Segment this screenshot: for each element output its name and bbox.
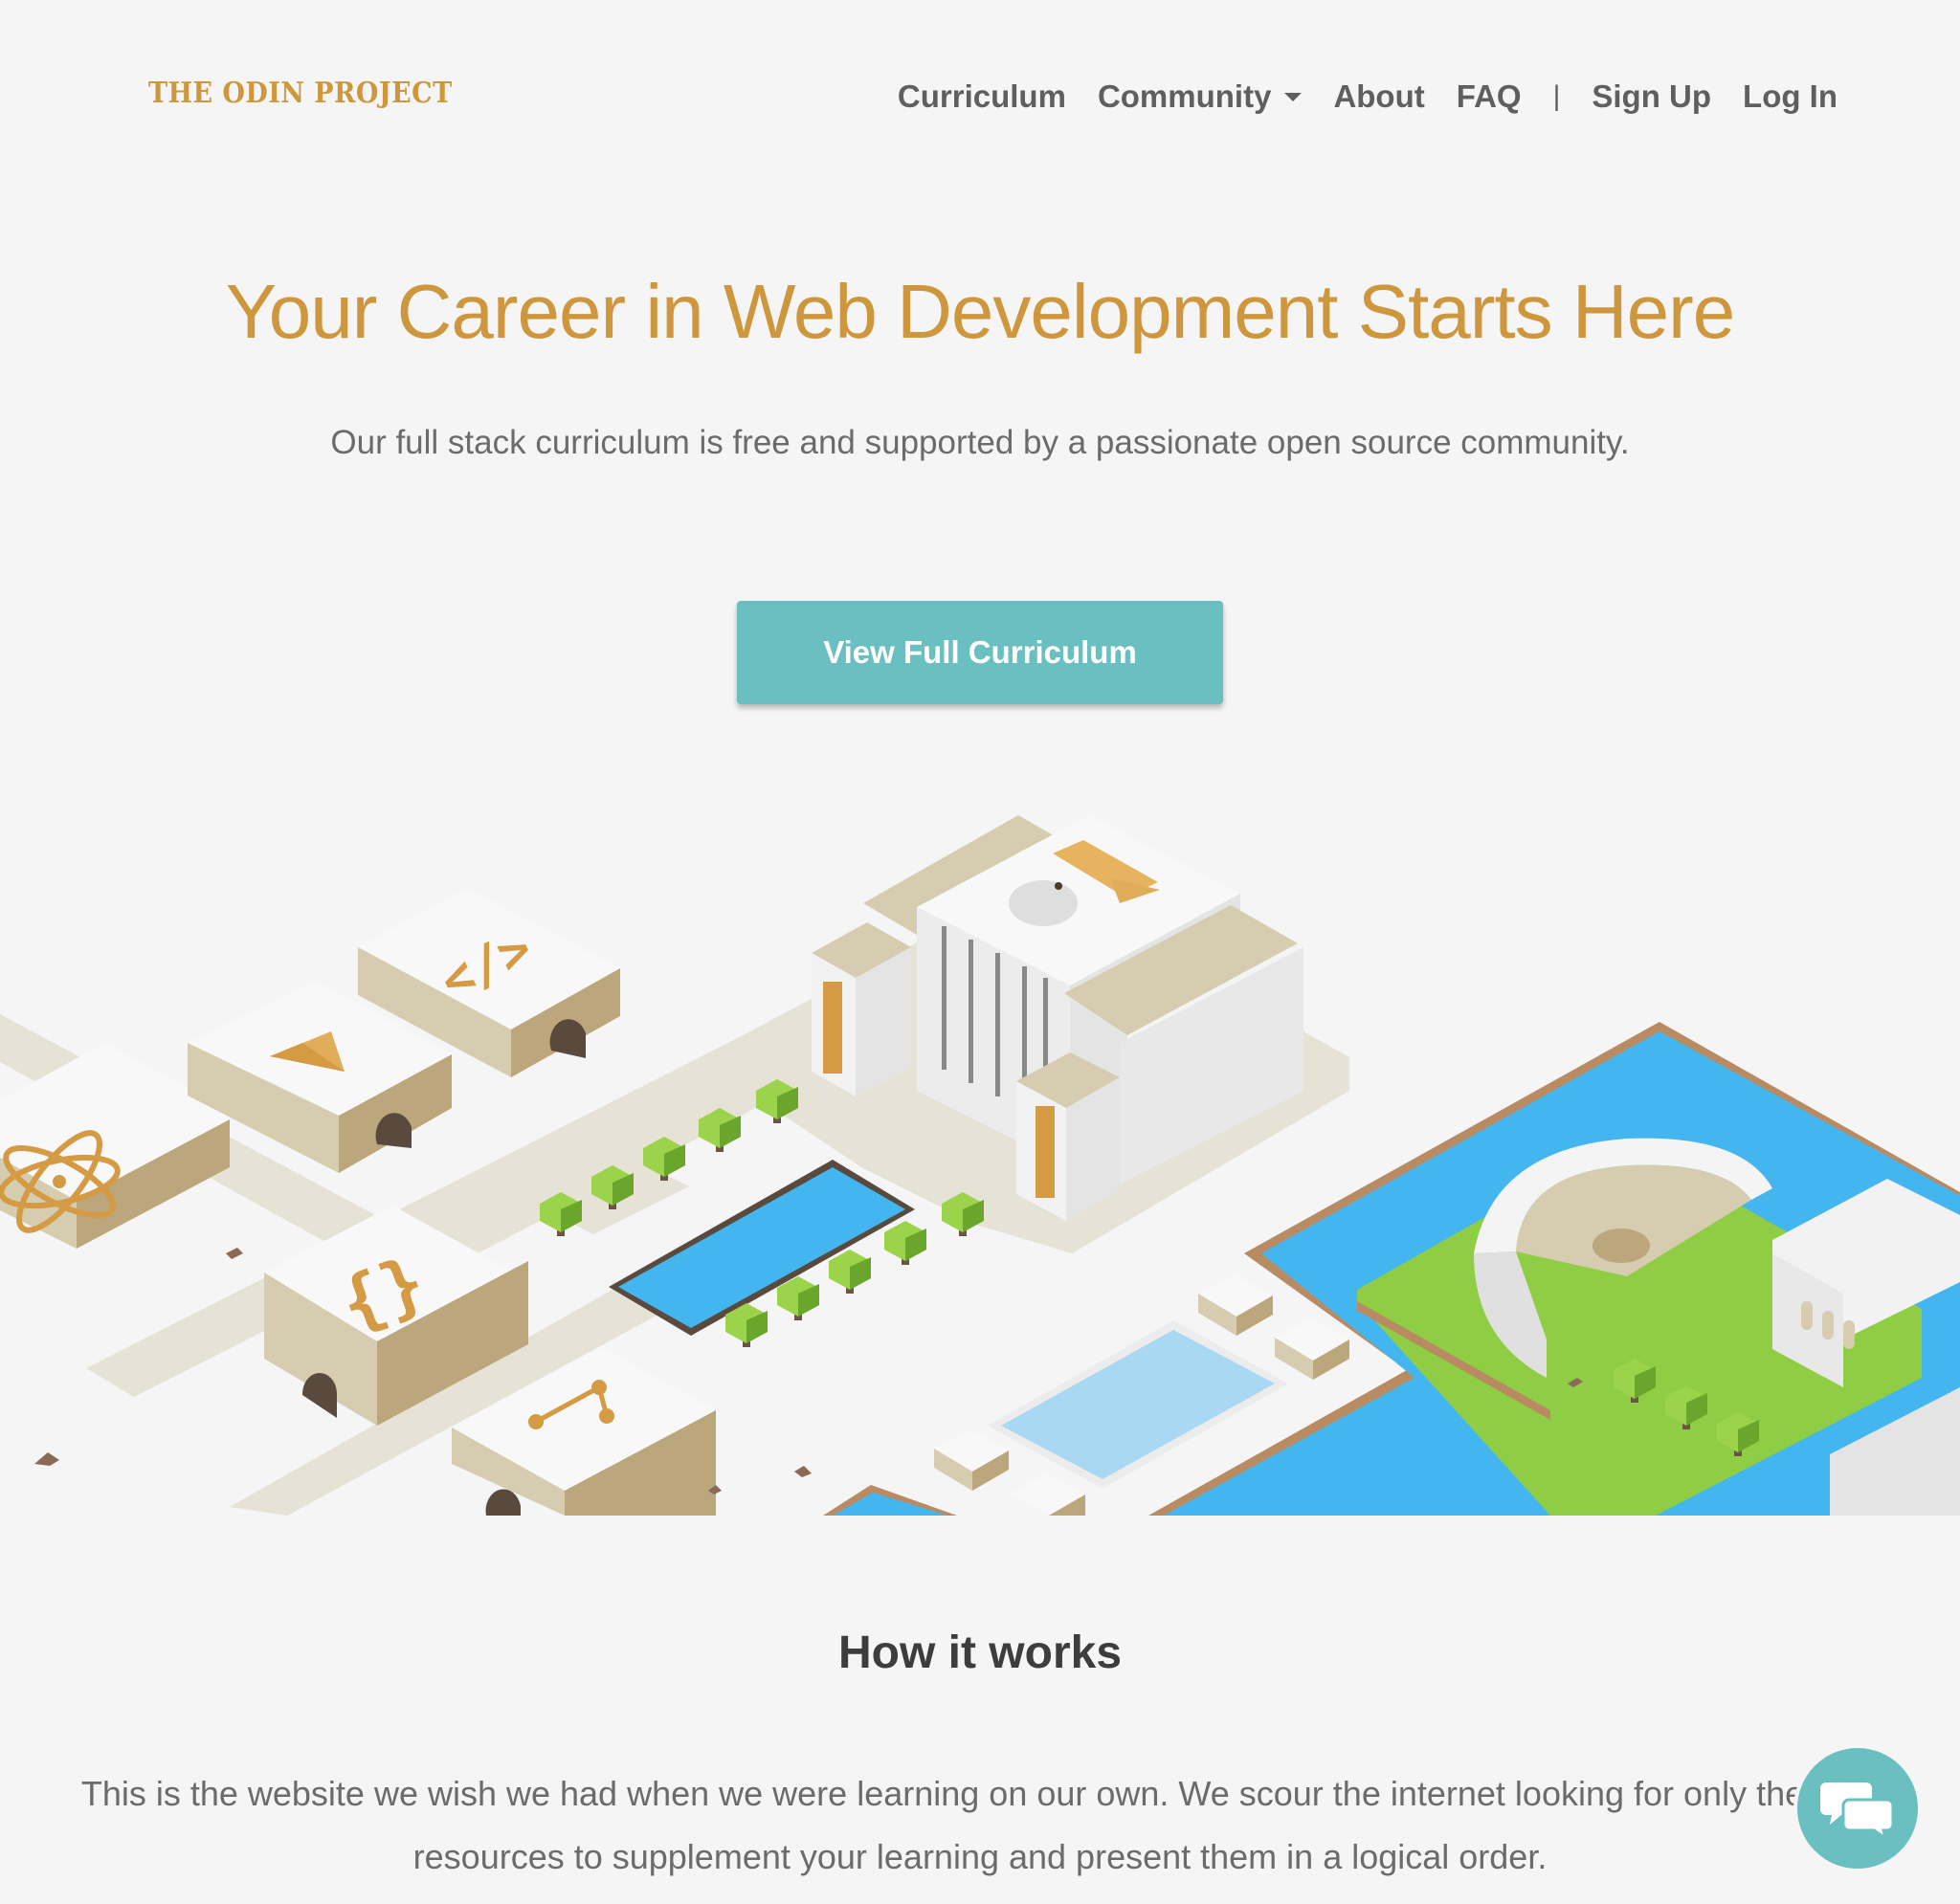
- view-full-curriculum-button[interactable]: View Full Curriculum: [737, 601, 1223, 704]
- side-tower-left: [812, 922, 911, 1096]
- hero-subtitle: Our full stack curriculum is free and su…: [330, 424, 1630, 461]
- nav-curriculum[interactable]: Curriculum: [898, 78, 1066, 115]
- nav-community[interactable]: Community: [1098, 78, 1303, 115]
- brand-name: THE ODIN PROJECT: [148, 77, 453, 110]
- nav-about[interactable]: About: [1333, 78, 1424, 115]
- chat-bubbles-icon: [1820, 1782, 1895, 1840]
- chat-button[interactable]: [1793, 1744, 1922, 1872]
- hero-title: Your Career in Web Development Starts He…: [225, 269, 1736, 354]
- nav-log-in[interactable]: Log In: [1743, 78, 1838, 115]
- how-it-works-title: How it works: [837, 1627, 1123, 1678]
- navbar: THE ODIN PROJECT Curriculum Community Ab…: [0, 0, 1960, 191]
- hero-illustration: </> {}: [0, 815, 1960, 1516]
- main-nav: Curriculum Community About FAQ | Sign Up…: [898, 75, 1838, 119]
- caret-down-icon: [1284, 92, 1303, 101]
- side-tower-right: [1016, 1052, 1120, 1221]
- nav-separator: |: [1552, 80, 1561, 112]
- nav-community-label: Community: [1097, 78, 1272, 114]
- nav-sign-up[interactable]: Sign Up: [1592, 78, 1711, 115]
- how-it-works-body: This is the website we wish we had when …: [80, 1774, 1880, 1876]
- nav-faq[interactable]: FAQ: [1457, 78, 1522, 115]
- brand-link[interactable]: THE ODIN PROJECT: [139, 24, 483, 163]
